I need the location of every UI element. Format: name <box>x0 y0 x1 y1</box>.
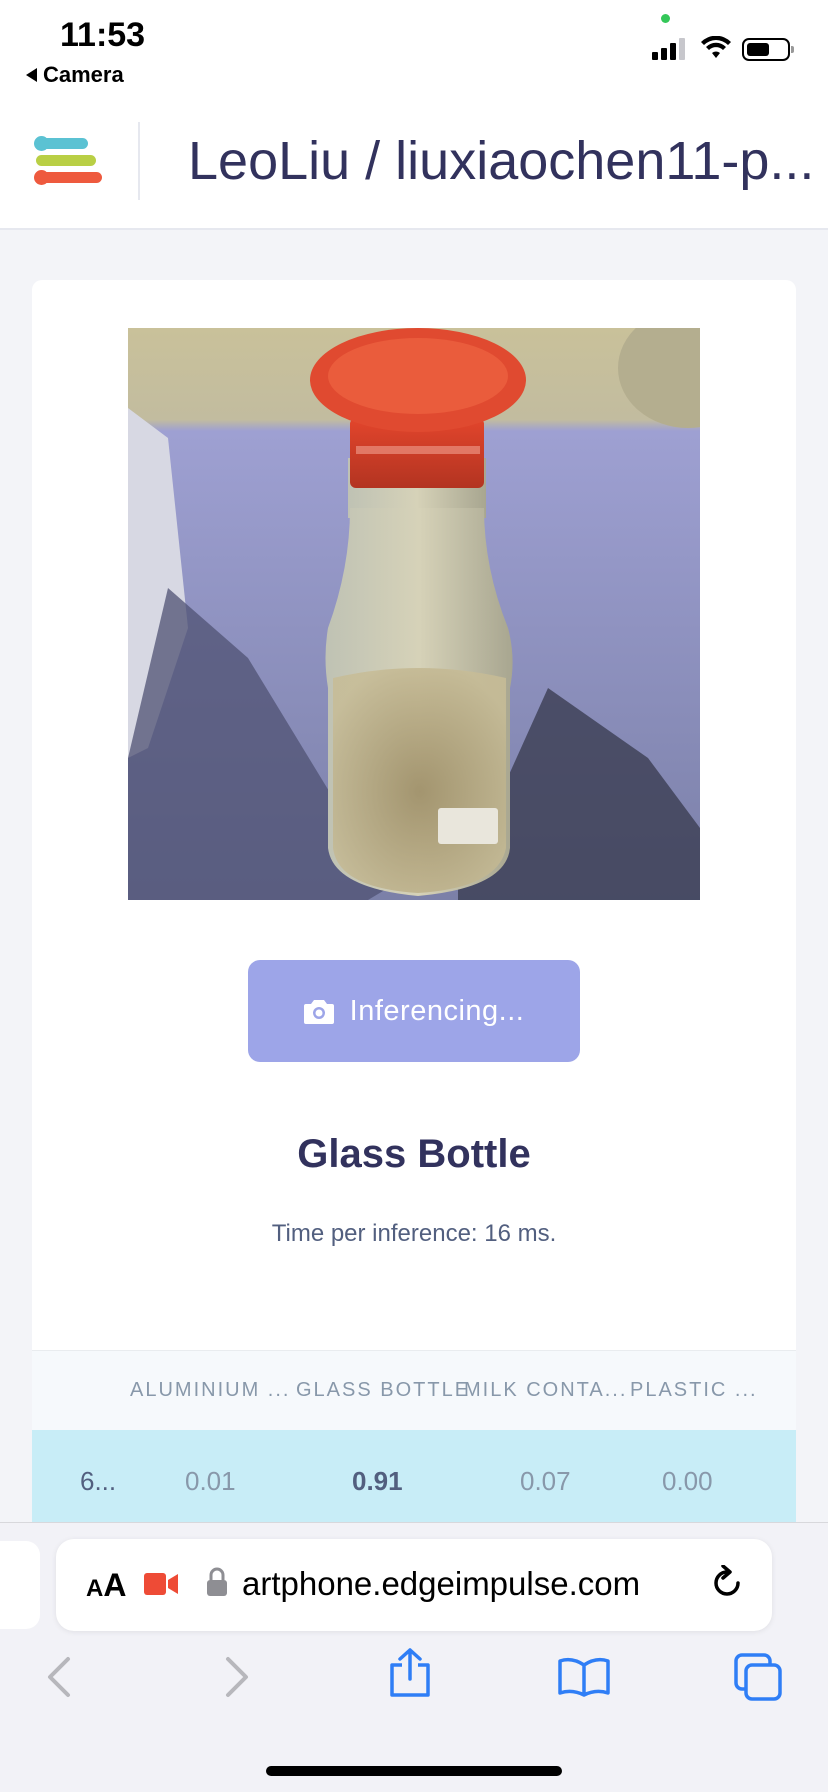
score-aluminium: 0.01 <box>185 1466 236 1496</box>
url-text[interactable]: artphone.edgeimpulse.com <box>242 1565 682 1603</box>
camera-preview <box>128 328 700 900</box>
camera-icon <box>303 1000 334 1024</box>
status-bar: 11:53 Camera <box>0 0 828 100</box>
score-milk-container: 0.07 <box>520 1466 571 1496</box>
reader-settings-button[interactable]: AA <box>86 1567 126 1604</box>
row-id: 6... <box>80 1466 117 1496</box>
camera-in-use-indicator <box>661 14 670 23</box>
column-header-glass-bottle: GLASS BOTTLE <box>296 1379 471 1401</box>
classification-result: Glass Bottle <box>297 1132 531 1176</box>
browser-toolbar: AA artphone.edgeimpulse.com <box>0 1522 828 1792</box>
bookmarks-icon[interactable] <box>558 1657 610 1697</box>
results-table-header: ALUMINIUM ... GLASS BOTTLE MILK CONTA...… <box>32 1350 796 1430</box>
back-triangle-icon <box>26 68 37 82</box>
home-indicator[interactable] <box>266 1766 562 1776</box>
back-to-app-link[interactable]: Camera <box>26 62 124 88</box>
reload-icon[interactable] <box>710 1565 744 1601</box>
address-bar[interactable]: AA artphone.edgeimpulse.com <box>56 1539 772 1631</box>
cellular-signal-icon <box>652 38 688 60</box>
column-header-milk-container: MILK CONTA... <box>464 1379 628 1401</box>
inference-button[interactable]: Inferencing... <box>248 960 580 1062</box>
header-divider <box>138 122 140 200</box>
back-icon[interactable] <box>44 1655 74 1699</box>
battery-icon <box>742 38 794 61</box>
share-icon[interactable] <box>388 1647 432 1699</box>
clock: 11:53 <box>60 16 146 54</box>
edge-impulse-logo[interactable] <box>34 136 104 186</box>
back-app-label: Camera <box>43 62 124 87</box>
column-header-aluminium: ALUMINIUM ... <box>130 1379 291 1401</box>
score-glass-bottle: 0.91 <box>352 1466 403 1496</box>
inference-button-label: Inferencing... <box>349 994 525 1027</box>
previous-tab-preview[interactable] <box>0 1541 40 1629</box>
inference-card: Inferencing... Glass Bottle Time per inf… <box>32 280 796 1540</box>
record-icon[interactable] <box>144 1573 178 1595</box>
inference-time: Time per inference: 16 ms. <box>271 1220 557 1247</box>
lock-icon <box>207 1567 227 1596</box>
wifi-icon <box>701 36 731 58</box>
project-title: LeoLiu / liuxiaochen11-p... <box>188 131 815 191</box>
column-header-plastic: PLASTIC ... <box>630 1379 758 1401</box>
camera-preview-image <box>128 328 700 900</box>
app-header: LeoLiu / liuxiaochen11-p... <box>0 100 828 230</box>
score-plastic: 0.00 <box>662 1466 713 1496</box>
tabs-icon[interactable] <box>734 1653 784 1701</box>
forward-icon[interactable] <box>222 1655 252 1699</box>
